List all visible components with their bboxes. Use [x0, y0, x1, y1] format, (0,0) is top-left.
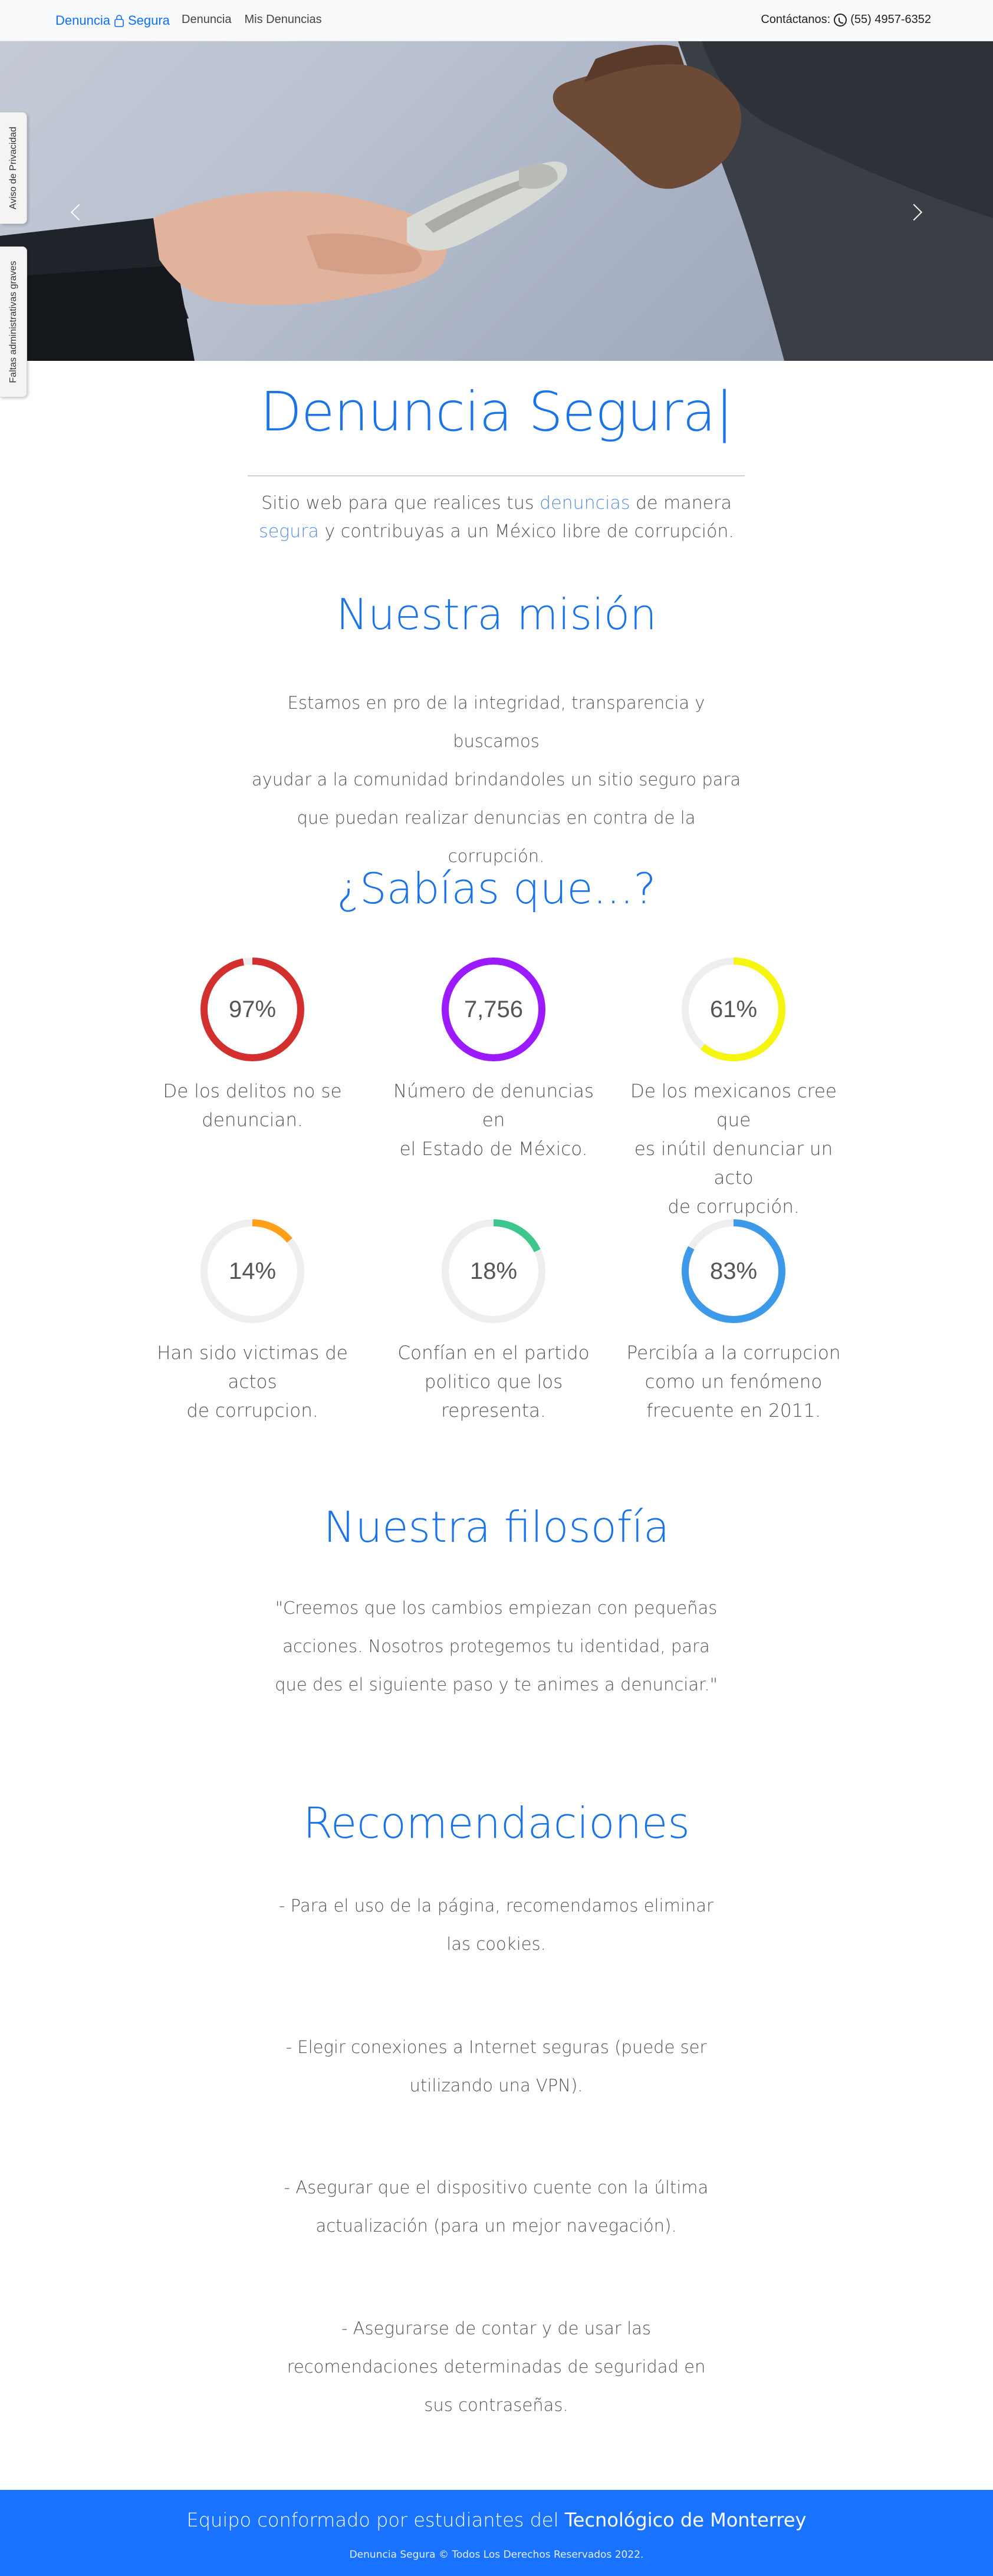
stat-label: De los mexicanos cree que es inútil denu…: [622, 1077, 846, 1222]
stat-card: 7,756 Número de denuncias en el Estado d…: [382, 953, 606, 1164]
recomendacion-line: recomendaciones determinadas de segurida…: [287, 2357, 706, 2377]
stat-value: 97%: [229, 996, 276, 1022]
privacy-notice-label: Aviso de Privacidad: [8, 126, 18, 210]
footer-team: Equipo conformado por estudiantes del Te…: [0, 2509, 993, 2531]
intro-highlight-segura: segura: [259, 521, 319, 542]
intro-text: Sitio web para que realices tus denuncia…: [0, 489, 993, 546]
stat-label-line: denuncian.: [202, 1110, 303, 1131]
recomendacion-line: - Asegurarse de contar y de usar las: [341, 2318, 652, 2338]
sabias-title: ¿Sabías que...?: [337, 864, 656, 913]
recomendacion-line: sus contraseñas.: [424, 2395, 568, 2415]
nav-link-mis-denuncias[interactable]: Mis Denuncias: [245, 13, 322, 27]
stat-label: De los delitos no se denuncian.: [140, 1077, 364, 1135]
carousel-prev-button[interactable]: [65, 200, 88, 224]
footer-copyright: Denuncia Segura © Todos Los Derechos Res…: [349, 2549, 644, 2561]
stat-label: Número de denuncias en el Estado de Méxi…: [382, 1077, 606, 1164]
filosofia-title: Nuestra filosofía: [323, 1502, 670, 1552]
recomendacion-item: - Para el uso de la página, recomendamos…: [248, 1887, 745, 1963]
brand-logo[interactable]: Denuncia Segura: [55, 13, 170, 28]
filosofia-line: que des el siguiente paso y te animes a …: [275, 1674, 718, 1695]
progress-ring: 97%: [200, 958, 304, 1061]
stat-label: Han sido victimas de actos de corrupcion…: [140, 1339, 364, 1426]
intro-part2: de manera: [630, 493, 732, 514]
stat-value: 61%: [710, 996, 757, 1022]
progress-ring: 61%: [682, 958, 785, 1061]
privacy-notice-tab[interactable]: Aviso de Privacidad: [0, 112, 27, 224]
recomendacion-line: actualización (para un mejor navegación)…: [315, 2216, 677, 2236]
stat-label-line: Confían en el partido: [397, 1343, 590, 1364]
stat-value: 18%: [470, 1258, 517, 1284]
nav-links: Denuncia Mis Denuncias: [182, 13, 322, 27]
stat-value: 14%: [229, 1258, 276, 1284]
stat-label-line: De los mexicanos cree que: [630, 1081, 837, 1131]
progress-ring: 14%: [200, 1219, 304, 1323]
stat-label-line: de corrupcion.: [186, 1400, 318, 1422]
stat-label-line: es inútil denunciar un acto: [634, 1139, 833, 1189]
stat-value: 7,756: [464, 996, 523, 1022]
hero-carousel: [0, 41, 993, 361]
stat-card: 61% De los mexicanos cree que es inútil …: [622, 953, 846, 1222]
lock-icon: [114, 14, 124, 27]
brand-name-part1: Denuncia: [55, 13, 110, 28]
stat-label: Percibía a la corrupcion como un fenómen…: [622, 1339, 846, 1426]
stat-card: 14% Han sido victimas de actos de corrup…: [140, 1215, 364, 1426]
footer: Equipo conformado por estudiantes del Te…: [0, 2490, 993, 2576]
whatsapp-icon: [834, 13, 847, 27]
filosofia-line: acciones. Nosotros protegemos tu identid…: [282, 1636, 710, 1656]
stat-label-line: De los delitos no se: [163, 1081, 342, 1102]
recomendacion-item: - Asegurar que el dispositivo cuente con…: [248, 2169, 745, 2245]
stat-label-line: Número de denuncias en: [393, 1081, 594, 1131]
stat-label-line: como un fenómeno: [645, 1371, 823, 1393]
footer-team-text: Equipo conformado por estudiantes del: [186, 2509, 565, 2531]
stat-label-line: frecuente en 2011.: [646, 1400, 821, 1422]
navbar: Denuncia Segura Denuncia Mis Denuncias C…: [0, 0, 993, 41]
faltas-graves-label: Faltas administrativas graves: [8, 261, 18, 383]
stat-card: 83% Percibía a la corrupcion como un fen…: [622, 1215, 846, 1426]
recomendacion-line: - Para el uso de la página, recomendamos…: [279, 1896, 713, 1916]
contact-label: Contáctanos:: [761, 13, 831, 26]
recomendacion-line: utilizando una VPN).: [409, 2075, 583, 2095]
recomendacion-line: - Asegurar que el dispositivo cuente con…: [284, 2177, 709, 2197]
intro-part3: y contribuyas a un México libre de corru…: [318, 521, 734, 542]
progress-ring: 7,756: [442, 958, 545, 1061]
title-divider: [248, 475, 745, 476]
brand-name-part2: Segura: [127, 13, 170, 28]
recomendaciones-title: Recomendaciones: [303, 1798, 690, 1848]
footer-school: Tecnológico de Monterrey: [564, 2509, 807, 2531]
intro-highlight-denuncias: denuncias: [540, 493, 630, 514]
progress-ring: 18%: [442, 1219, 545, 1323]
stat-label-line: politico que los representa.: [424, 1371, 563, 1422]
nav-link-denuncia[interactable]: Denuncia: [182, 13, 232, 27]
mision-line: Estamos en pro de la integridad, transpa…: [287, 693, 705, 751]
stat-card: 18% Confían en el partido politico que l…: [382, 1215, 606, 1426]
recomendacion-line: las cookies.: [446, 1934, 546, 1954]
hero-image: [0, 41, 993, 361]
intro-part1: Sitio web para que realices tus: [261, 493, 540, 514]
contact-phone[interactable]: (55) 4957-6352: [850, 13, 931, 27]
contact-info: Contáctanos: (55) 4957-6352: [761, 13, 931, 27]
stat-value: 83%: [710, 1258, 757, 1284]
carousel-next-button[interactable]: [905, 200, 928, 224]
filosofia-line: "Creemos que los cambios empiezan con pe…: [275, 1598, 718, 1618]
page-title: Denuncia Segura|: [260, 380, 734, 443]
stat-label-line: Han sido victimas de actos: [157, 1343, 348, 1393]
progress-ring: 83%: [682, 1219, 785, 1323]
recomendacion-item: - Asegurarse de contar y de usar las rec…: [248, 2309, 745, 2424]
stat-label-line: Percibía a la corrupcion: [626, 1343, 841, 1364]
faltas-graves-tab[interactable]: Faltas administrativas graves: [0, 246, 27, 397]
filosofia-text: "Creemos que los cambios empiezan con pe…: [248, 1589, 745, 1704]
stat-label-line: el Estado de México.: [399, 1139, 588, 1160]
mision-text: Estamos en pro de la integridad, transpa…: [248, 684, 745, 876]
mision-line: ayudar a la comunidad brindandoles un si…: [251, 769, 741, 789]
recomendacion-item: - Elegir conexiones a Internet seguras (…: [248, 2028, 745, 2105]
stat-card: 97% De los delitos no se denuncian.: [140, 953, 364, 1135]
recomendacion-line: - Elegir conexiones a Internet seguras (…: [285, 2037, 707, 2057]
stat-label: Confían en el partido politico que los r…: [382, 1339, 606, 1426]
mision-title: Nuestra misión: [336, 590, 657, 639]
